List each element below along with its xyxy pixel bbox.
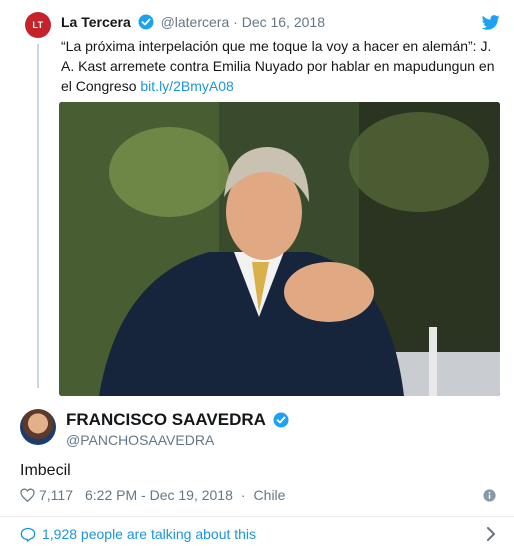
author-handle[interactable]: @latercera bbox=[161, 14, 230, 30]
conversation-link[interactable]: 1,928 people are talking about this bbox=[20, 526, 256, 542]
like-button[interactable]: 7,117 bbox=[20, 487, 73, 503]
comment-bubble-icon bbox=[20, 527, 36, 542]
la-tercera-avatar[interactable]: LT bbox=[25, 12, 51, 38]
thread-line bbox=[37, 44, 39, 388]
verified-badge-icon bbox=[138, 14, 154, 33]
twitter-bird-icon[interactable] bbox=[481, 15, 500, 35]
photo-illustration bbox=[59, 102, 500, 396]
reply-avatar[interactable] bbox=[20, 409, 56, 445]
author-name[interactable]: La Tercera bbox=[61, 14, 131, 30]
like-count: 7,117 bbox=[39, 487, 73, 503]
tweet-link[interactable]: bit.ly/2BmyA08 bbox=[140, 78, 233, 94]
reply-text: Imbecil bbox=[20, 462, 71, 479]
quoted-tweet-header: La Tercera @latercera · Dec 16, 2018 bbox=[61, 14, 325, 33]
tweet-text: “La próxima interpelación que me toque l… bbox=[61, 38, 495, 94]
heart-icon bbox=[20, 488, 35, 502]
reply-author-name-row: FRANCISCO SAAVEDRA bbox=[66, 410, 292, 433]
tweet-date[interactable]: Dec 16, 2018 bbox=[242, 14, 325, 30]
divider bbox=[0, 516, 514, 517]
tweet-timestamp[interactable]: 6:22 PM - Dec 19, 2018 bbox=[85, 487, 233, 503]
info-icon[interactable] bbox=[483, 489, 496, 507]
quoted-tweet-body: “La próxima interpelación que me toque l… bbox=[61, 36, 501, 96]
verified-badge-icon bbox=[273, 412, 289, 433]
reply-meta: 7,117 6:22 PM - Dec 19, 2018 · Chile bbox=[20, 487, 285, 503]
reply-author-handle[interactable]: @PANCHOSAAVEDRA bbox=[66, 432, 214, 448]
chevron-right-icon[interactable] bbox=[486, 527, 496, 546]
header-separator: · bbox=[233, 14, 238, 30]
tweet-location[interactable]: Chile bbox=[254, 487, 286, 503]
meta-separator: · bbox=[240, 487, 246, 503]
tweet-photo[interactable] bbox=[59, 102, 500, 396]
reply-author-name[interactable]: FRANCISCO SAAVEDRA bbox=[66, 410, 265, 429]
talking-count-text: 1,928 people are talking about this bbox=[42, 526, 257, 542]
